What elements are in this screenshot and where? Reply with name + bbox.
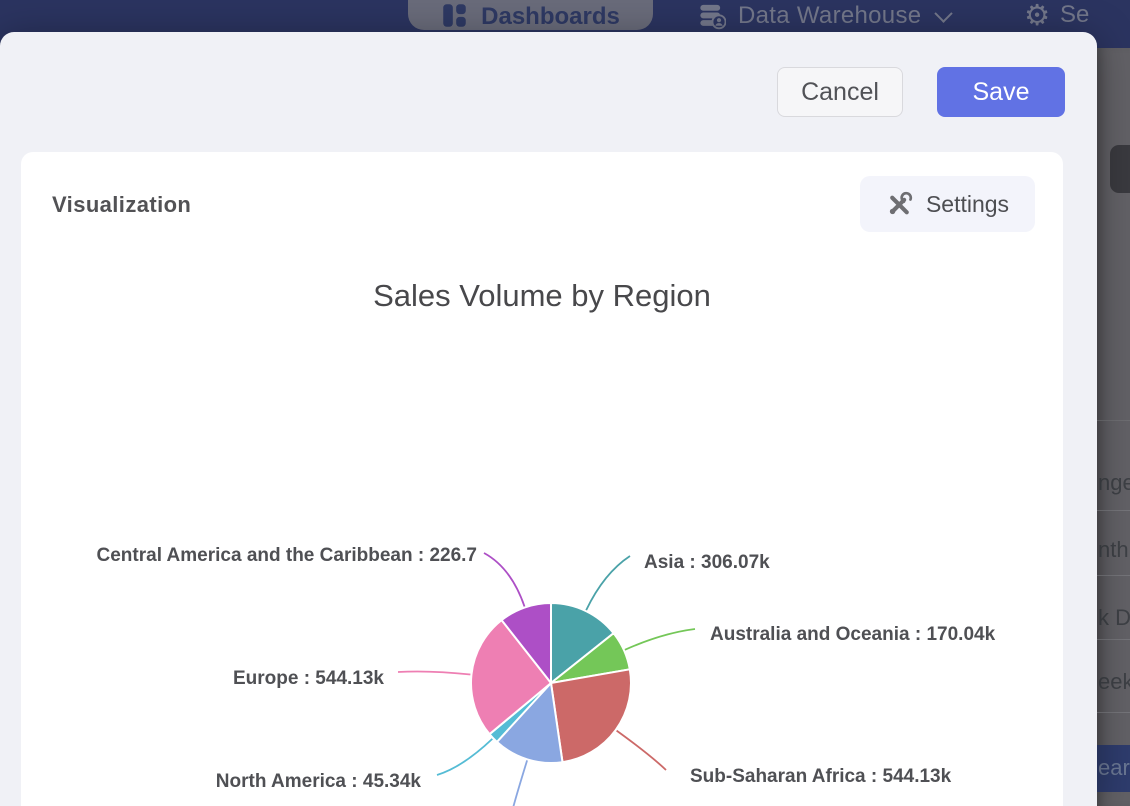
pie-label: Australia and Oceania : 170.04k [710, 624, 996, 645]
pie-label: Sub-Saharan Africa : 544.13k [690, 766, 952, 787]
pie-label: Central America and the Caribbean : 226.… [97, 545, 477, 566]
pie-leader-line [512, 760, 527, 806]
pie-leader-line [625, 629, 695, 650]
pie-leader-line [586, 556, 630, 610]
pie-leader-line [398, 671, 470, 674]
pie-leader-line [484, 553, 525, 607]
pie-leader-line [437, 739, 492, 775]
pie-label: North America : 45.34k [216, 771, 422, 792]
sales-pie-chart: Asia : 306.07k Australia and Oceania : 17… [0, 0, 1130, 806]
pie-label: Europe : 544.13k [233, 668, 384, 689]
pie-leader-line [617, 731, 666, 770]
pie-label: Asia : 306.07k [644, 552, 770, 573]
pie-slice-sub-saharan-africa[interactable] [551, 669, 631, 762]
